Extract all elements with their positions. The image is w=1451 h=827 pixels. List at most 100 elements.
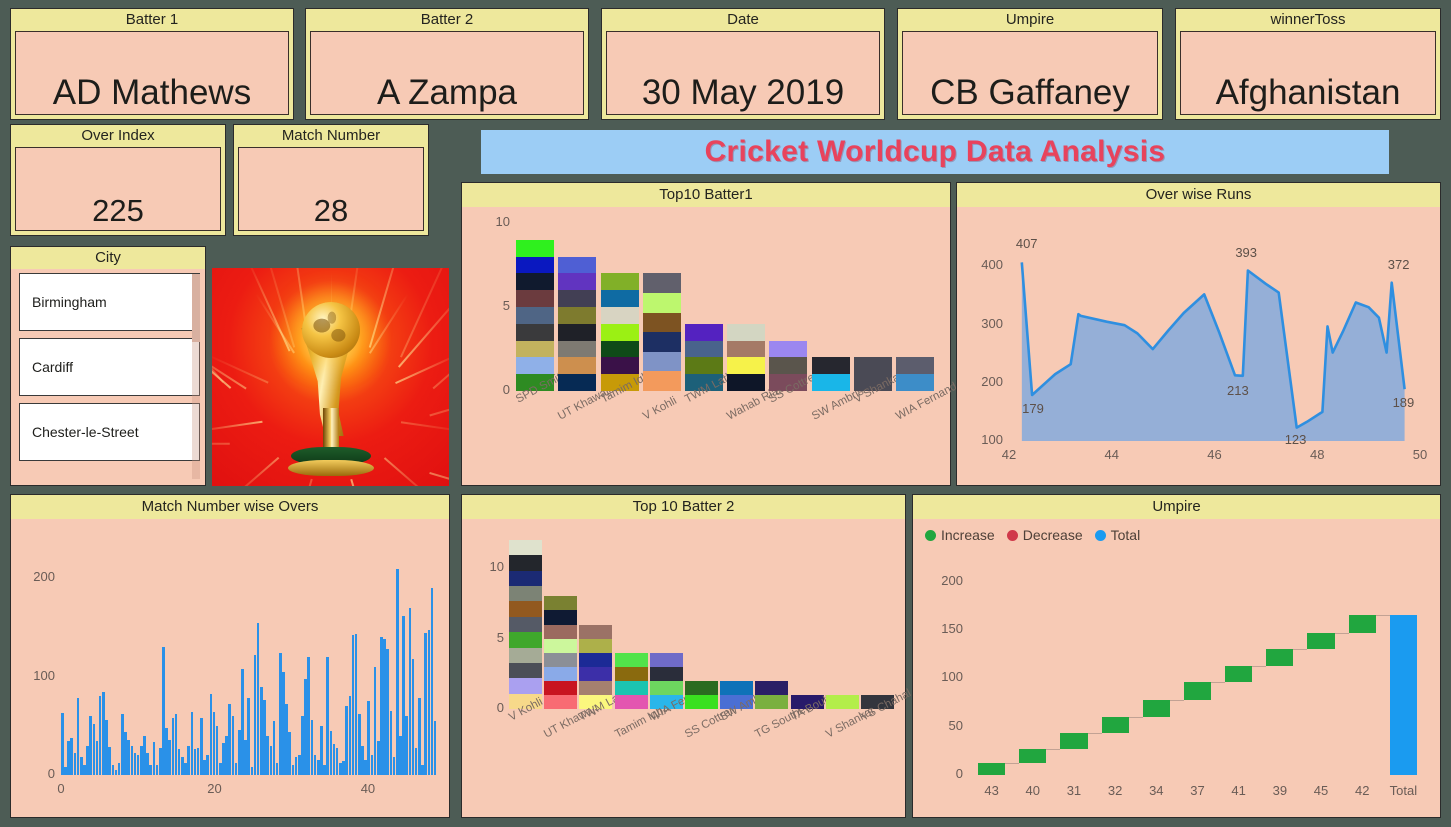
dashboard-root: Batter 1 AD Mathews Batter 2 A Zampa Dat… — [0, 0, 1451, 827]
city-slicer[interactable]: City Birmingham Cardiff Chester-le-Stree… — [10, 246, 206, 486]
bar-segment — [600, 307, 639, 324]
y-tick-label: 100 — [941, 669, 963, 685]
y-tick-label: 10 — [489, 559, 504, 575]
bar[interactable] — [247, 698, 250, 775]
y-tick-label: 200 — [941, 572, 963, 588]
bar-segment — [649, 680, 683, 695]
legend-swatch — [925, 530, 936, 541]
kpi-card-match-number[interactable]: Match Number 28 — [233, 124, 429, 236]
waterfall-step[interactable] — [1060, 733, 1088, 749]
chart-plot-match-number-wise-overs[interactable]: 0 100 200 0 20 40 — [11, 519, 449, 817]
ray-icon — [212, 333, 246, 390]
stacked-bar[interactable] — [825, 694, 859, 709]
chart-plot-top10-batter1[interactable]: 0 5 10 SPD Smith UT Khawaja Tamim Iqbal V Kohl… — [462, 207, 965, 485]
kpi-label-winner-toss: winnerToss — [1176, 9, 1440, 31]
x-tick-label: 45 — [1313, 783, 1329, 798]
bar-segment — [579, 638, 613, 653]
x-tick-label: 41 — [1231, 783, 1246, 798]
kpi-card-winner-toss[interactable]: winnerToss Afghanistan — [1175, 8, 1441, 120]
waterfall-step[interactable] — [1019, 748, 1047, 764]
y-tick-label: 0 — [955, 766, 963, 781]
stacked-bar[interactable] — [811, 357, 850, 391]
bar-segment — [727, 323, 766, 341]
ray-icon — [254, 293, 295, 354]
chart-title-umpire-waterfall: Umpire — [913, 495, 1440, 519]
data-point-label: 393 — [1235, 244, 1258, 260]
ray-icon — [291, 479, 313, 486]
kpi-card-batter-1[interactable]: Batter 1 AD Mathews — [10, 8, 294, 120]
bar-segment — [558, 290, 597, 308]
kpi-label-batter-2: Batter 2 — [306, 9, 588, 31]
waterfall-step[interactable] — [1183, 682, 1212, 700]
bar-segment — [516, 273, 555, 291]
bar-segment — [727, 340, 766, 358]
chart-plot-top10-batter2[interactable]: 0 5 10 V Kohli UT Khawaja TWM Latham Tamim Iqb… — [462, 519, 913, 817]
bar-segment — [720, 680, 754, 695]
kpi-card-date[interactable]: Date 30 May 2019 — [601, 8, 885, 120]
trophy-image — [212, 268, 449, 486]
ray-icon — [350, 479, 372, 486]
waterfall-step[interactable] — [1266, 649, 1294, 666]
waterfall-connector — [1169, 699, 1184, 701]
bar[interactable] — [433, 720, 437, 775]
chart-plot-umpire-waterfall[interactable]: Increase Decrease Total 0 50 100 150 200 43 40 31 3… — [913, 519, 1440, 817]
bar-segment — [509, 662, 543, 679]
stacked-bar[interactable] — [895, 357, 934, 391]
waterfall-step[interactable] — [1142, 699, 1170, 717]
bar[interactable] — [61, 713, 64, 775]
kpi-value-batter-1: AD Mathews — [52, 73, 252, 112]
waterfall-connector — [1375, 615, 1390, 617]
x-tick-label: 34 — [1149, 783, 1164, 798]
waterfall-step[interactable] — [978, 763, 1006, 775]
dashboard-title-bar: Cricket Worldcup Data Analysis — [481, 130, 1389, 174]
city-slicer-list[interactable]: Birmingham Cardiff Chester-le-Street — [11, 269, 205, 485]
kpi-card-batter-2[interactable]: Batter 2 A Zampa — [305, 8, 589, 120]
waterfall-step[interactable] — [1348, 615, 1376, 633]
kpi-value-umpire: CB Gaffaney — [930, 73, 1130, 112]
bar-segment — [649, 652, 683, 667]
stacked-bar[interactable] — [755, 680, 789, 709]
bar-segment — [811, 374, 850, 391]
waterfall-total-bar[interactable] — [1389, 615, 1417, 775]
data-point-label: 213 — [1227, 383, 1249, 399]
city-scrollbar-thumb[interactable] — [192, 274, 200, 342]
waterfall-step[interactable] — [1307, 632, 1335, 650]
list-item[interactable]: Chester-le-Street — [19, 403, 200, 461]
waterfall-step[interactable] — [1101, 716, 1129, 734]
legend-swatch — [1094, 530, 1106, 541]
list-item[interactable]: Birmingham — [19, 273, 200, 331]
stacked-bar[interactable] — [614, 652, 648, 709]
y-tick-label: 10 — [495, 214, 510, 229]
bar-segment — [642, 273, 681, 294]
list-item[interactable]: Cardiff — [19, 338, 200, 396]
chart-plot-over-wise-runs[interactable]: 100 200 300 400 42 44 46 48 50 407 179 213 393 123 372… — [957, 207, 1440, 485]
stacked-bar[interactable] — [509, 540, 543, 709]
bar-segment — [509, 586, 543, 602]
waterfall-step[interactable] — [1225, 665, 1253, 683]
stacked-bar[interactable] — [685, 680, 718, 709]
stacked-bar[interactable] — [642, 273, 681, 391]
kpi-value-match-number: 28 — [313, 193, 349, 228]
stacked-bar[interactable] — [600, 273, 639, 391]
chart-title-match-number-wise-overs: Match Number wise Overs — [11, 495, 449, 519]
stacked-bar[interactable] — [727, 323, 766, 391]
stacked-bar[interactable] — [544, 596, 578, 709]
bar[interactable] — [418, 698, 421, 775]
kpi-value-over-index: 225 — [92, 193, 144, 228]
city-scrollbar[interactable] — [192, 274, 200, 479]
stacked-bar[interactable] — [516, 239, 555, 391]
bar-segment — [642, 371, 681, 391]
bar-segment — [509, 678, 543, 694]
chart-title-top10-batter2: Top 10 Batter 2 — [462, 495, 905, 519]
kpi-card-umpire[interactable]: Umpire CB Gaffaney — [897, 8, 1163, 120]
stacked-bar[interactable] — [558, 256, 597, 391]
kpi-card-over-index[interactable]: Over Index 225 — [10, 124, 226, 236]
bar-segment — [544, 694, 578, 709]
bar-segment — [614, 694, 648, 709]
x-tick-label: 32 — [1107, 783, 1123, 798]
bar-segment — [685, 680, 718, 695]
waterfall-connector — [1334, 632, 1349, 634]
bar-segment — [509, 647, 543, 663]
bar-segment — [769, 357, 808, 375]
bar-segment — [558, 307, 597, 324]
